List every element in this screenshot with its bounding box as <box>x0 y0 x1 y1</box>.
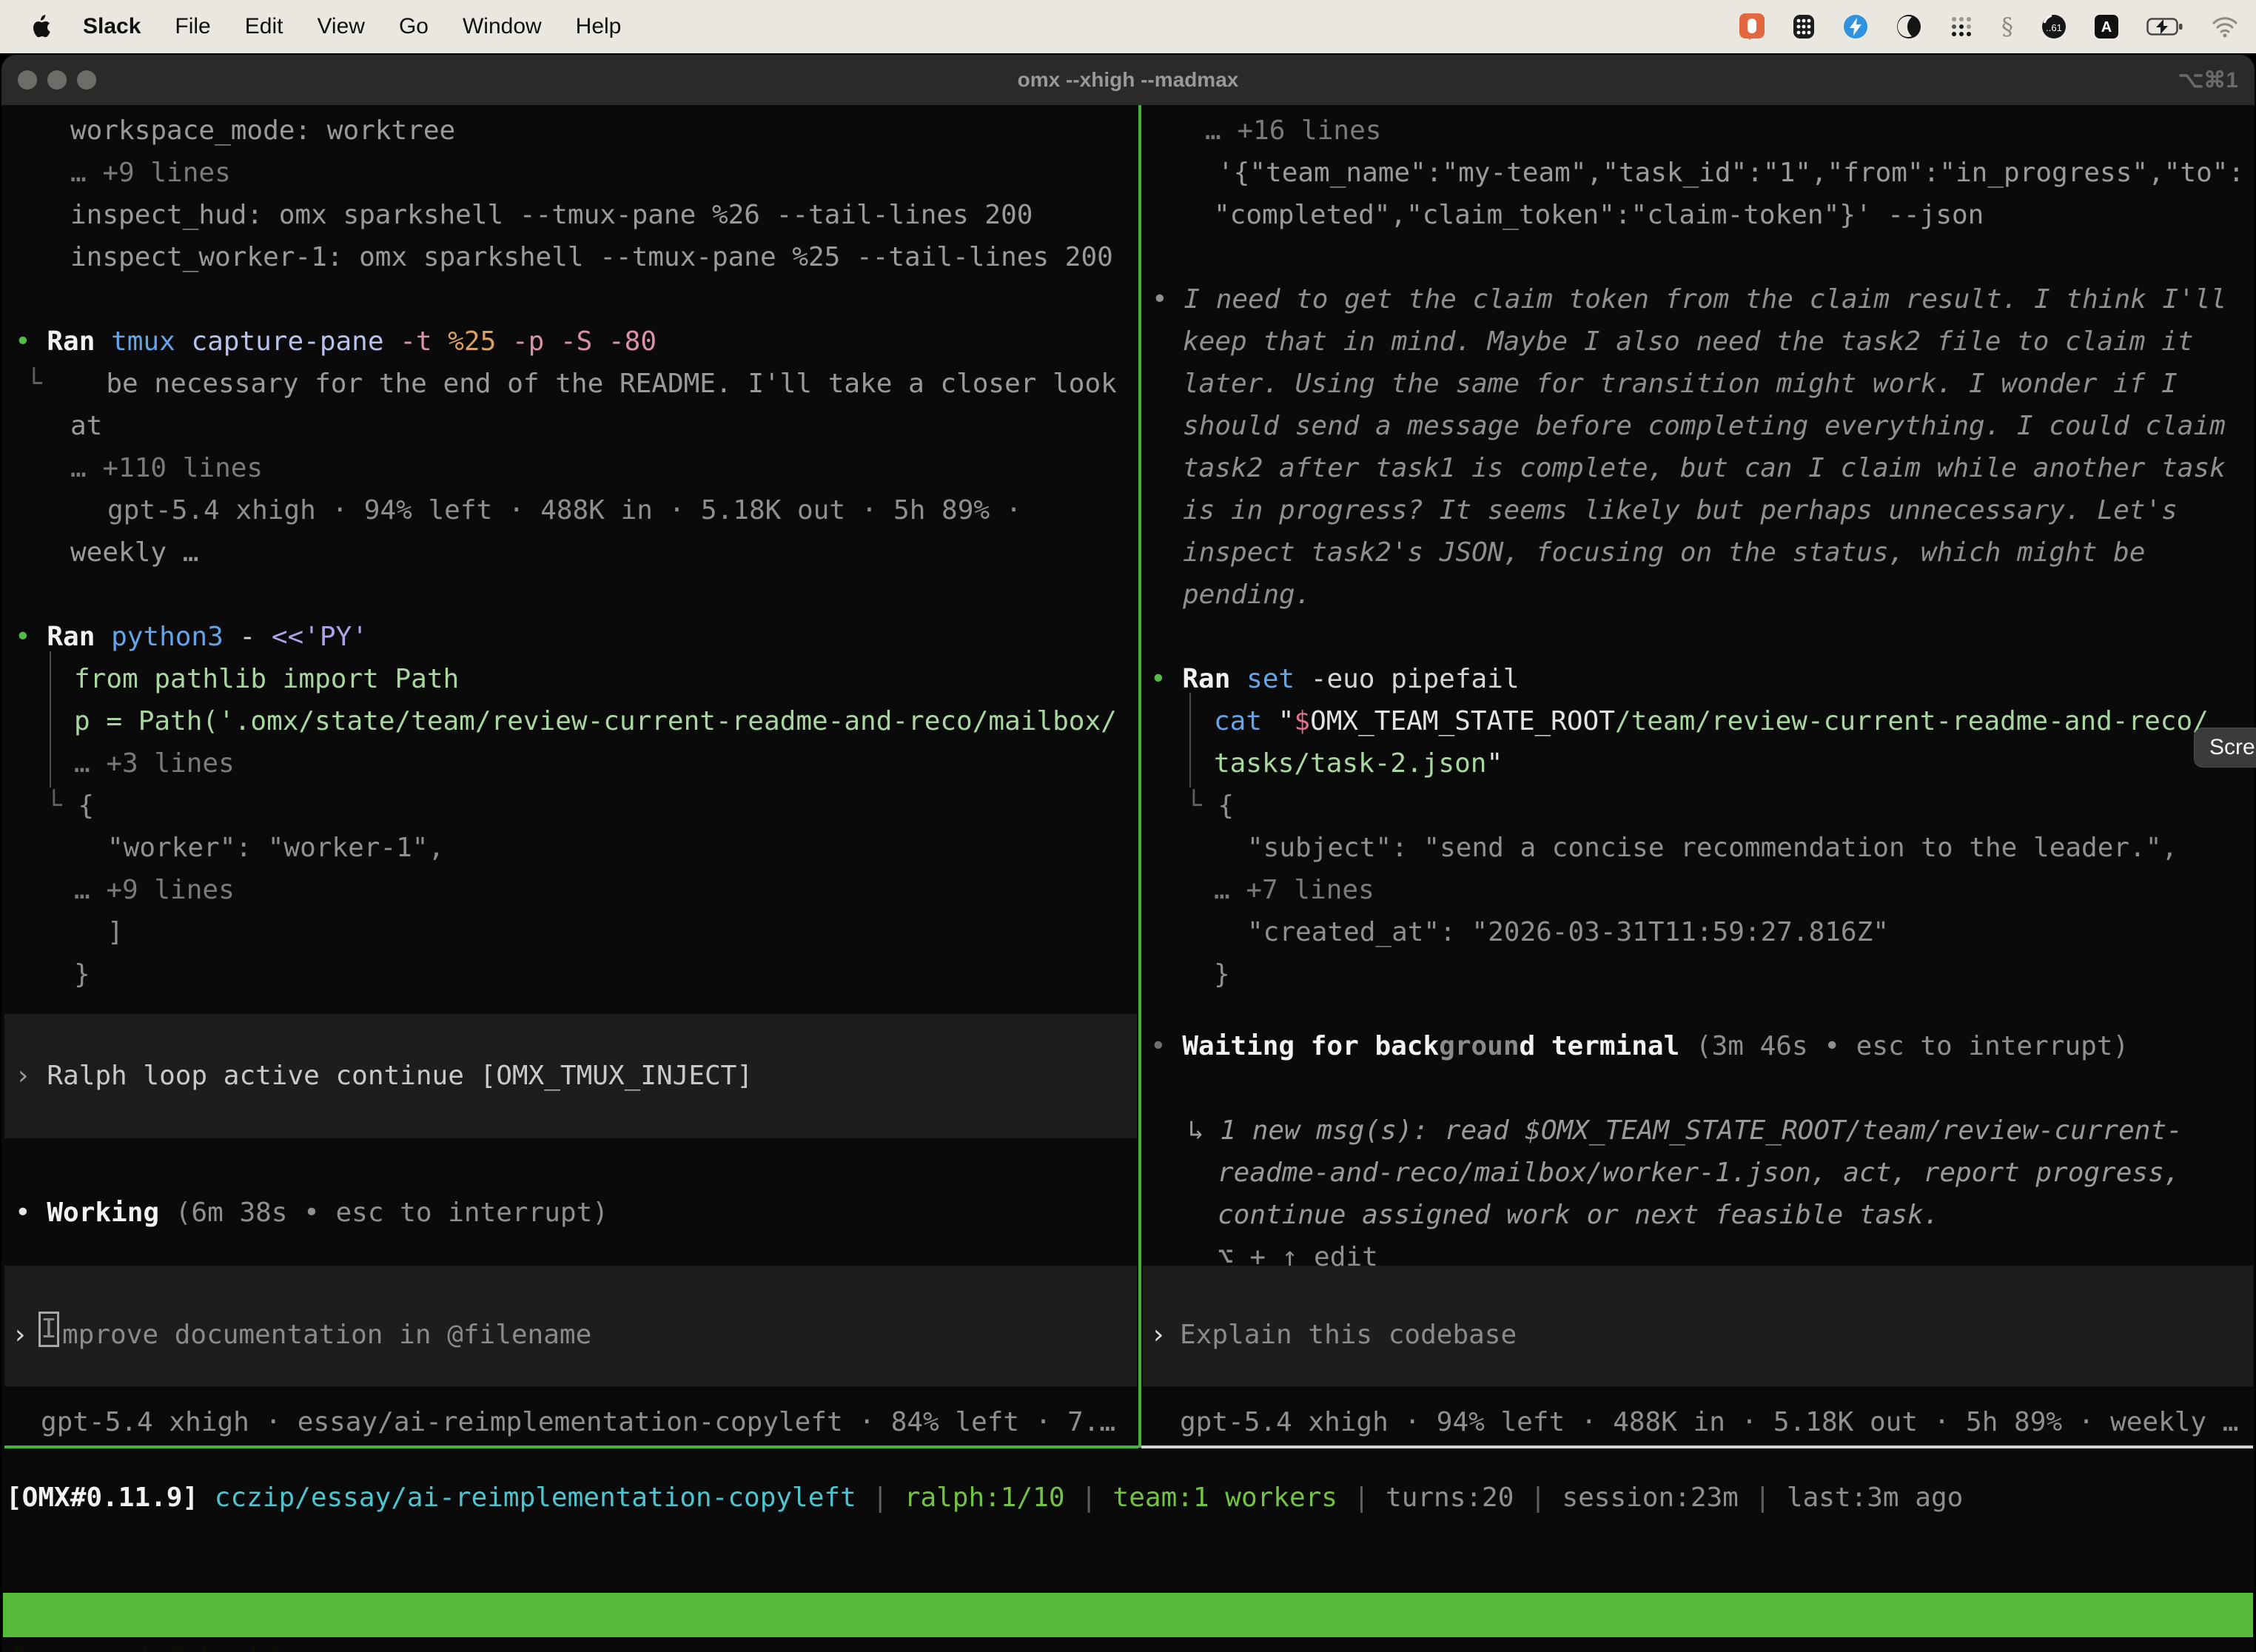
menu-item-window[interactable]: Window <box>463 14 542 39</box>
menu-item-slack[interactable]: Slack <box>83 14 141 39</box>
menu-item-file[interactable]: File <box>175 14 210 39</box>
menu-left: Slack File Edit View Go Window Help <box>0 14 655 39</box>
squiggle-icon[interactable]: § <box>2001 13 2013 41</box>
input-source-icon[interactable]: A <box>2095 15 2118 38</box>
menu-item-go[interactable]: Go <box>399 14 429 39</box>
screen: Slack File Edit View Go Window Help § ..… <box>0 0 2256 1652</box>
menu-item-edit[interactable]: Edit <box>245 14 283 39</box>
apple-menu-icon[interactable] <box>31 15 50 38</box>
menu-item-help[interactable]: Help <box>576 14 622 39</box>
menu-item-view[interactable]: View <box>317 14 364 39</box>
window-title: omx --xhigh --madmax <box>1 55 2255 105</box>
dots-grid-icon[interactable] <box>1950 15 1973 38</box>
screen-record-icon[interactable] <box>1739 13 1765 40</box>
battery-gauge-icon[interactable]: ..61 <box>2041 14 2067 39</box>
battery-percent-label: ..61 <box>2046 22 2062 33</box>
window-title-bar: omx --xhigh --madmax ⌥⌘1 <box>1 55 2255 105</box>
window-shortcut: ⌥⌘1 <box>2178 55 2238 105</box>
terminal-window <box>1 55 2255 1652</box>
moon-circle-icon[interactable] <box>1896 14 1921 39</box>
keypad-shield-icon[interactable] <box>1793 14 1815 39</box>
input-source-label: A <box>2101 19 2112 36</box>
bolt-badge-icon[interactable] <box>1843 14 1868 39</box>
wifi-icon[interactable] <box>2212 16 2238 38</box>
menu-bar-status-icons: § ..61 A <box>1739 13 2256 41</box>
battery-charging-icon[interactable] <box>2146 16 2183 37</box>
macos-menu-bar: Slack File Edit View Go Window Help § ..… <box>0 0 2256 53</box>
